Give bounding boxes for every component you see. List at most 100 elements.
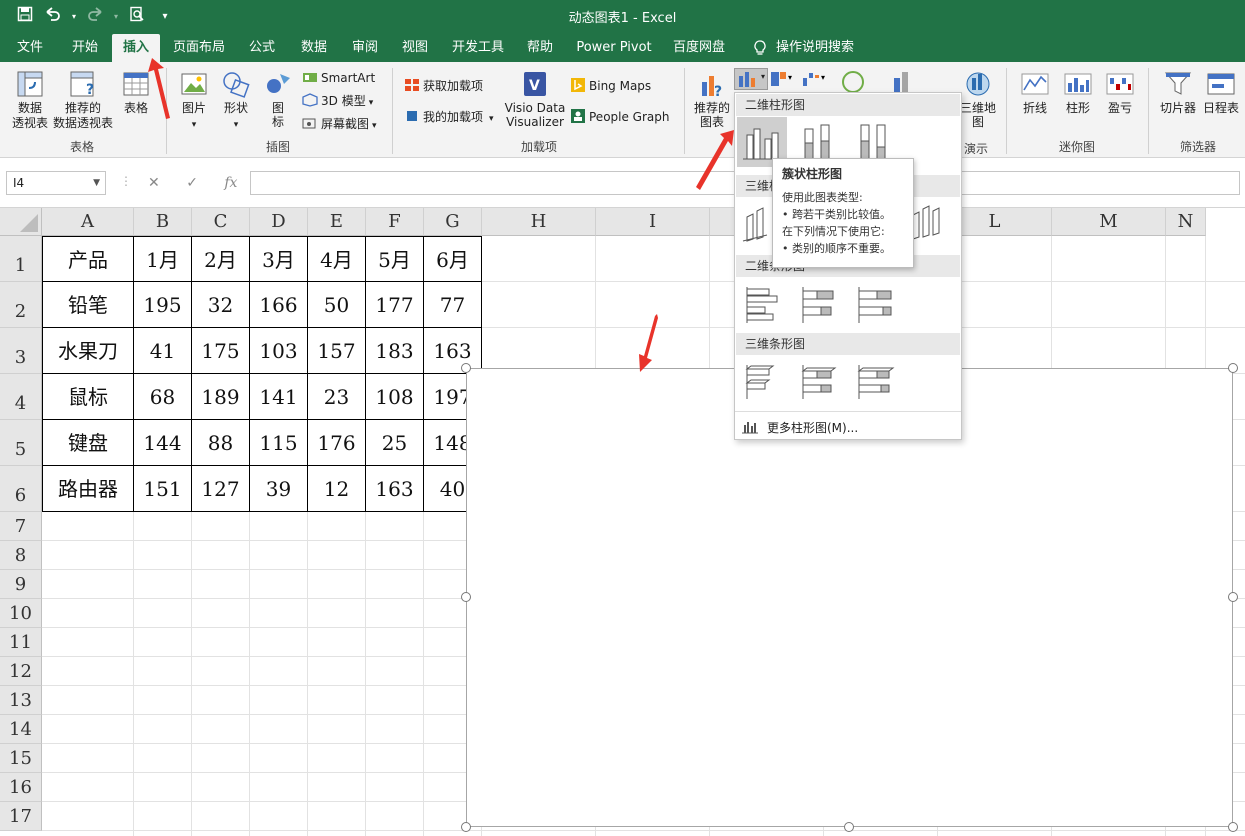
table-cell[interactable]: 50 (308, 282, 366, 328)
table-cell[interactable]: 177 (366, 282, 424, 328)
resize-handle[interactable] (844, 822, 854, 832)
tab-file[interactable]: 文件 (8, 34, 52, 62)
table-cell[interactable]: 175 (192, 328, 250, 374)
get-addins-button[interactable]: 获取加载项 (404, 76, 483, 96)
column-header-e[interactable]: E (308, 208, 366, 236)
column-header-a[interactable]: A (42, 208, 134, 236)
resize-handle[interactable] (461, 822, 471, 832)
resize-handle[interactable] (1228, 592, 1238, 602)
table-cell[interactable]: 铅笔 (42, 282, 134, 328)
resize-handle[interactable] (461, 592, 471, 602)
column-header-c[interactable]: C (192, 208, 250, 236)
row-header-5[interactable]: 5 (0, 420, 42, 466)
table-cell[interactable]: 144 (134, 420, 192, 466)
lightbulb-icon[interactable] (748, 34, 772, 62)
row-header-14[interactable]: 14 (0, 715, 42, 744)
icons-button[interactable]: 图 标 (260, 70, 296, 129)
resize-handle[interactable] (1228, 822, 1238, 832)
name-box[interactable]: I4 ▼ (6, 171, 106, 195)
table-cell[interactable]: 水果刀 (42, 328, 134, 374)
header-cell[interactable]: 2月 (192, 236, 250, 282)
table-cell[interactable]: 163 (366, 466, 424, 512)
row-header-3[interactable]: 3 (0, 328, 42, 374)
tab-power-pivot[interactable]: Power Pivot (572, 34, 656, 62)
my-addins-button[interactable]: 我的加载项 ▾ (404, 107, 494, 127)
row-header-15[interactable]: 15 (0, 744, 42, 773)
table-cell[interactable]: 77 (424, 282, 482, 328)
table-cell[interactable]: 115 (250, 420, 308, 466)
row-header-6[interactable]: 6 (0, 466, 42, 512)
screenshot-button[interactable]: 屏幕截图 ▾ (302, 114, 377, 134)
row-header-2[interactable]: 2 (0, 282, 42, 328)
insert-function-icon[interactable]: fx (224, 175, 237, 191)
header-cell[interactable]: 3月 (250, 236, 308, 282)
table-cell[interactable]: 157 (308, 328, 366, 374)
table-cell[interactable]: 141 (250, 374, 308, 420)
timeline-button[interactable]: 日程表 (1200, 70, 1242, 116)
100-stacked-bar-option[interactable] (849, 279, 899, 329)
bing-maps-button[interactable]: Bing Maps (570, 76, 651, 96)
table-cell[interactable]: 108 (366, 374, 424, 420)
tab-help[interactable]: 帮助 (518, 34, 562, 62)
row-header-8[interactable]: 8 (0, 541, 42, 570)
recommended-charts-button[interactable]: ? 推荐的 图表 (692, 70, 732, 129)
stacked-bar-option[interactable] (793, 279, 843, 329)
pivot-table-button[interactable]: 数据 透视表 (8, 70, 52, 131)
table-cell[interactable]: 103 (250, 328, 308, 374)
table-cell[interactable]: 68 (134, 374, 192, 420)
column-header-d[interactable]: D (250, 208, 308, 236)
3d-model-button[interactable]: 3D 模型 ▾ (302, 91, 373, 111)
column-chart-dropdown-button[interactable]: ▾ (734, 68, 768, 90)
column-header-n[interactable]: N (1166, 208, 1206, 236)
waterfall-chart-button[interactable]: ▾ (802, 70, 832, 90)
3d-map-button[interactable]: 三维地 图 (956, 70, 1000, 129)
table-cell[interactable]: 12 (308, 466, 366, 512)
column-header-h[interactable]: H (482, 208, 596, 236)
table-cell[interactable]: 183 (366, 328, 424, 374)
table-cell[interactable]: 25 (366, 420, 424, 466)
header-cell[interactable]: 6月 (424, 236, 482, 282)
row-header-11[interactable]: 11 (0, 628, 42, 657)
tab-view[interactable]: 视图 (393, 34, 437, 62)
sparkline-column-button[interactable]: 柱形 (1058, 70, 1098, 116)
row-header-10[interactable]: 10 (0, 599, 42, 628)
table-cell[interactable]: 23 (308, 374, 366, 420)
visio-data-visualizer-button[interactable]: V Visio Data Visualizer (504, 70, 566, 129)
resize-handle[interactable] (1228, 363, 1238, 373)
column-header-m[interactable]: M (1052, 208, 1166, 236)
table-cell[interactable]: 127 (192, 466, 250, 512)
header-cell[interactable]: 产品 (42, 236, 134, 282)
clustered-bar-option[interactable] (737, 279, 787, 329)
row-header-4[interactable]: 4 (0, 374, 42, 420)
table-cell[interactable]: 88 (192, 420, 250, 466)
column-header-b[interactable]: B (134, 208, 192, 236)
header-cell[interactable]: 4月 (308, 236, 366, 282)
column-header-f[interactable]: F (366, 208, 424, 236)
table-cell[interactable]: 151 (134, 466, 192, 512)
hierarchy-chart-button[interactable]: ▾ (770, 70, 800, 90)
shapes-button[interactable]: 形状 ▾ (216, 70, 256, 133)
row-header-13[interactable]: 13 (0, 686, 42, 715)
tab-review[interactable]: 审阅 (343, 34, 387, 62)
tab-formulas[interactable]: 公式 (240, 34, 284, 62)
row-header-16[interactable]: 16 (0, 773, 42, 802)
sparkline-winloss-button[interactable]: 盈亏 (1100, 70, 1140, 116)
more-column-charts-option[interactable]: 更多柱形图(M)... (741, 419, 858, 437)
smartart-button[interactable]: SmartArt (302, 68, 375, 88)
table-cell[interactable]: 176 (308, 420, 366, 466)
recommended-pivot-button[interactable]: ? 推荐的 数据透视表 (52, 70, 114, 131)
cancel-icon[interactable]: ✕ (148, 175, 160, 191)
select-all-button[interactable] (0, 208, 42, 236)
row-header-1[interactable]: 1 (0, 236, 42, 282)
people-graph-button[interactable]: People Graph (570, 107, 670, 127)
column-header-g[interactable]: G (424, 208, 482, 236)
tab-baidu-netdisk[interactable]: 百度网盘 (666, 34, 732, 62)
table-cell[interactable]: 键盘 (42, 420, 134, 466)
tab-data[interactable]: 数据 (292, 34, 336, 62)
table-cell[interactable]: 195 (134, 282, 192, 328)
sparkline-line-button[interactable]: 折线 (1014, 70, 1056, 116)
picture-button[interactable]: 图片 ▾ (174, 70, 214, 133)
drag-handle-icon[interactable]: ⋮ (120, 174, 132, 188)
tab-home[interactable]: 开始 (62, 34, 108, 62)
header-cell[interactable]: 1月 (134, 236, 192, 282)
